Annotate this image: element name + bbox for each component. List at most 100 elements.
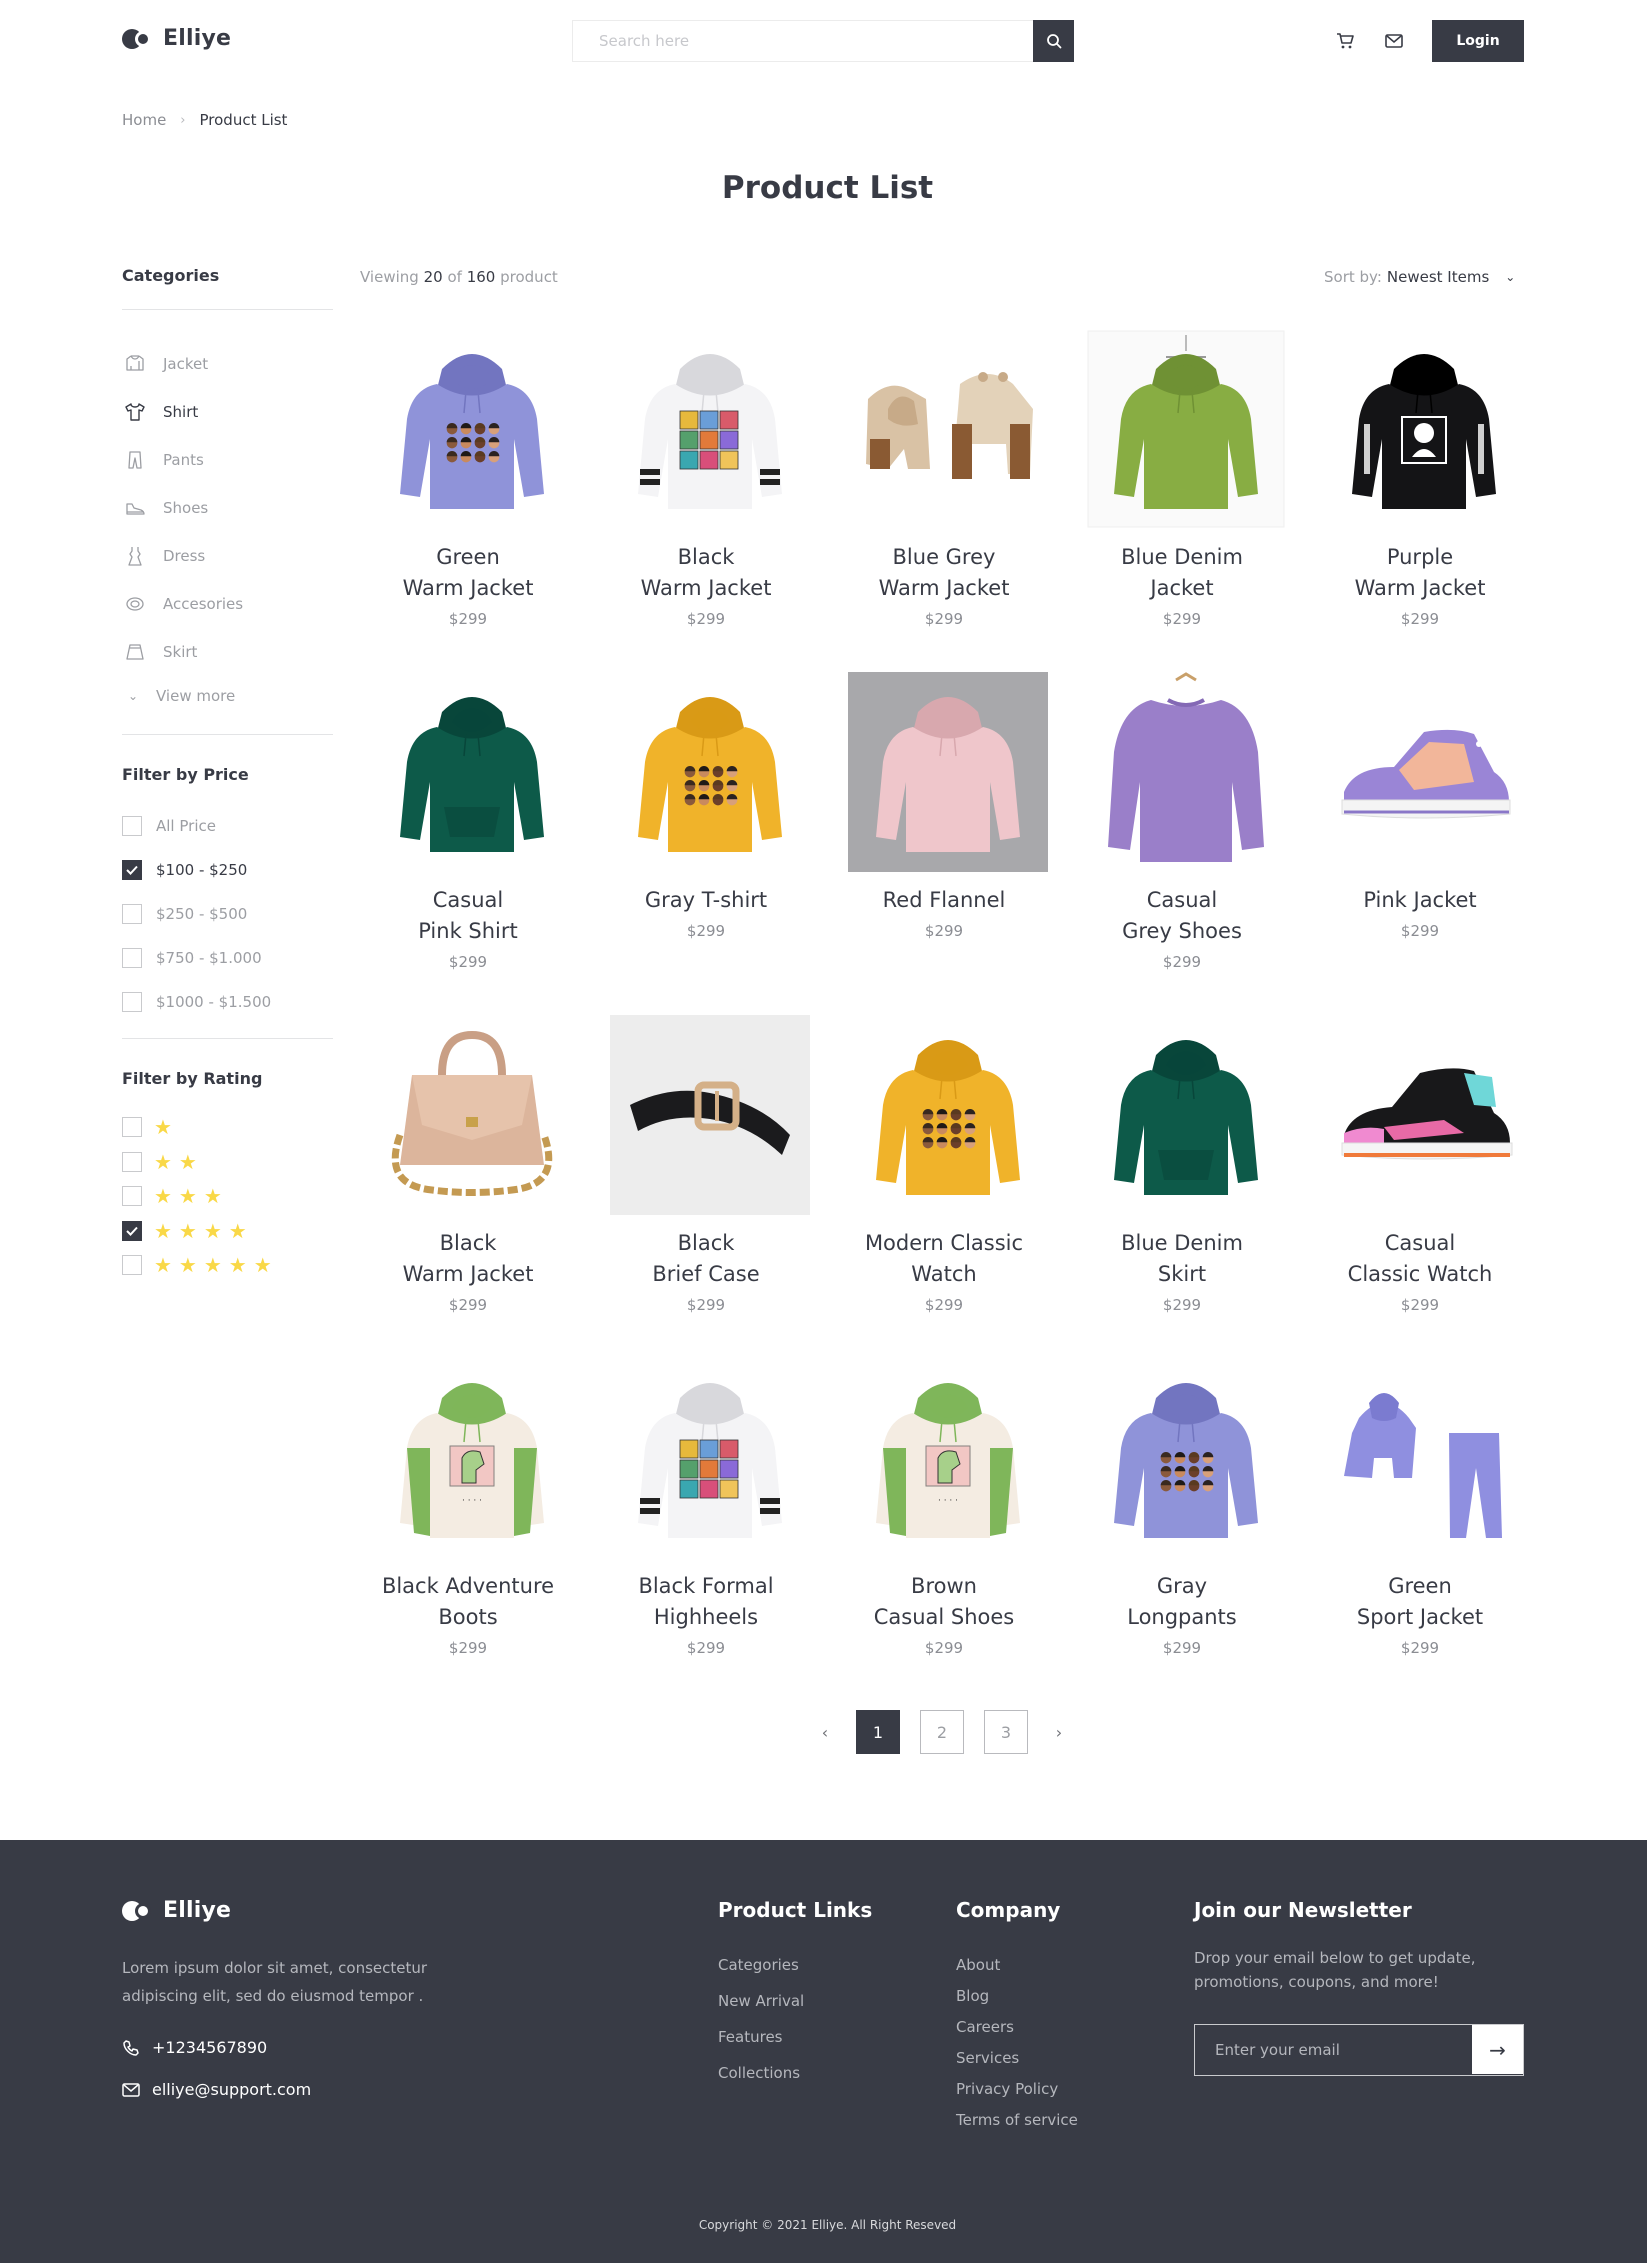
category-item-dress[interactable]: Dress (122, 532, 333, 580)
product-name[interactable]: Gray Longpants (1071, 1571, 1293, 1633)
product-name[interactable]: Green Warm Jacket (357, 542, 579, 604)
product-card[interactable]: Black Brief Case $299 (595, 1006, 817, 1349)
product-card[interactable]: Blue Grey Warm Jacket $299 (833, 320, 1055, 663)
product-name[interactable]: Black Formal Highheels (595, 1571, 817, 1633)
checkbox[interactable] (122, 1151, 142, 1172)
product-image[interactable] (1081, 1353, 1291, 1563)
product-card[interactable]: Casual Classic Watch $299 (1309, 1006, 1531, 1349)
product-card[interactable]: Modern Classic Watch $299 (833, 1006, 1055, 1349)
product-card[interactable]: · · · · Brown Casual Shoes $299 (833, 1349, 1055, 1692)
footer-logo[interactable]: Elliye (122, 1898, 231, 1923)
product-name[interactable]: Modern Classic Watch (833, 1228, 1055, 1290)
category-item-shirt[interactable]: Shirt (122, 388, 333, 436)
product-name[interactable]: Green Sport Jacket (1309, 1571, 1531, 1633)
product-card[interactable]: Blue Denim Skirt $299 (1071, 1006, 1293, 1349)
product-name[interactable]: Brown Casual Shoes (833, 1571, 1055, 1633)
product-image[interactable] (1319, 667, 1529, 877)
footer-link[interactable]: About (956, 1956, 1078, 1974)
price-filter-option[interactable]: $250 - $500 (122, 892, 333, 936)
product-image[interactable] (605, 667, 815, 877)
checkbox[interactable] (122, 1255, 142, 1276)
page-button[interactable]: 2 (920, 1710, 964, 1754)
product-name[interactable]: Blue Denim Jacket (1071, 542, 1293, 604)
brand-logo[interactable]: Elliye (122, 26, 231, 51)
mail-button[interactable] (1383, 30, 1405, 52)
product-card[interactable]: · · · · Black Adventure Boots $299 (357, 1349, 579, 1692)
product-card[interactable]: Green Warm Jacket $299 (357, 320, 579, 663)
product-image[interactable] (605, 1010, 815, 1220)
category-item-accesories[interactable]: Accesories (122, 580, 333, 628)
footer-link[interactable]: Terms of service (956, 2111, 1078, 2129)
product-image[interactable] (605, 324, 815, 534)
product-name[interactable]: Black Brief Case (595, 1228, 817, 1290)
product-card[interactable]: Black Warm Jacket $299 (357, 1006, 579, 1349)
footer-link[interactable]: Careers (956, 2018, 1078, 2036)
newsletter-email-input[interactable] (1195, 2025, 1472, 2075)
price-filter-option[interactable]: $750 - $1.000 (122, 936, 333, 980)
product-name[interactable]: Casual Grey Shoes (1071, 885, 1293, 947)
product-image[interactable]: · · · · (843, 1353, 1053, 1563)
product-name[interactable]: Black Warm Jacket (595, 542, 817, 604)
product-image[interactable] (367, 667, 577, 877)
product-image[interactable] (367, 324, 577, 534)
footer-link[interactable]: New Arrival (718, 1992, 804, 2010)
product-name[interactable]: Blue Denim Skirt (1071, 1228, 1293, 1290)
product-image[interactable] (1081, 324, 1291, 534)
category-item-shoes[interactable]: Shoes (122, 484, 333, 532)
checkbox[interactable] (122, 1186, 142, 1207)
checkbox[interactable] (122, 1220, 142, 1241)
product-card[interactable]: Gray Longpants $299 (1071, 1349, 1293, 1692)
product-card[interactable]: Pink Jacket $299 (1309, 663, 1531, 1006)
product-image[interactable] (1081, 1010, 1291, 1220)
checkbox[interactable] (122, 992, 142, 1012)
next-page-icon[interactable]: › (1048, 1710, 1070, 1754)
category-item-skirt[interactable]: Skirt (122, 628, 333, 676)
footer-link[interactable]: Services (956, 2049, 1078, 2067)
product-card[interactable]: Green Sport Jacket $299 (1309, 1349, 1531, 1692)
checkbox[interactable] (122, 948, 142, 968)
footer-link[interactable]: Collections (718, 2064, 804, 2082)
product-image[interactable] (1319, 1010, 1529, 1220)
page-button[interactable]: 3 (984, 1710, 1028, 1754)
checkbox[interactable] (122, 1117, 142, 1138)
product-card[interactable]: Blue Denim Jacket $299 (1071, 320, 1293, 663)
product-image[interactable] (843, 324, 1053, 534)
product-image[interactable] (605, 1353, 815, 1563)
checkbox[interactable] (122, 816, 142, 836)
product-name[interactable]: Pink Jacket (1309, 885, 1531, 916)
breadcrumb-home[interactable]: Home (122, 111, 166, 129)
rating-filter-option[interactable]: ★★★ (122, 1179, 333, 1214)
product-image[interactable]: · · · · (367, 1353, 577, 1563)
product-name[interactable]: Red Flannel (833, 885, 1055, 916)
product-image[interactable] (1081, 667, 1291, 877)
footer-link[interactable]: Features (718, 2028, 804, 2046)
price-filter-option[interactable]: $100 - $250 (122, 848, 333, 892)
price-filter-option[interactable]: All Price (122, 804, 333, 848)
product-image[interactable] (367, 1010, 577, 1220)
product-card[interactable]: Black Formal Highheels $299 (595, 1349, 817, 1692)
category-item-pants[interactable]: Pants (122, 436, 333, 484)
page-button[interactable]: 1 (856, 1710, 900, 1754)
category-item-jacket[interactable]: Jacket (122, 340, 333, 388)
product-name[interactable]: Black Warm Jacket (357, 1228, 579, 1290)
footer-link[interactable]: Categories (718, 1956, 804, 1974)
product-card[interactable]: Black Warm Jacket $299 (595, 320, 817, 663)
product-image[interactable] (843, 667, 1053, 877)
rating-filter-option[interactable]: ★★ (122, 1145, 333, 1180)
product-name[interactable]: Blue Grey Warm Jacket (833, 542, 1055, 604)
footer-email[interactable]: elliye@support.com (122, 2080, 311, 2099)
checkbox[interactable] (122, 860, 142, 880)
view-more-button[interactable]: ⌄ View more (122, 676, 333, 716)
product-card[interactable]: Casual Grey Shoes $299 (1071, 663, 1293, 1006)
product-name[interactable]: Purple Warm Jacket (1309, 542, 1531, 604)
product-name[interactable]: Casual Classic Watch (1309, 1228, 1531, 1290)
product-image[interactable] (843, 1010, 1053, 1220)
sort-dropdown[interactable]: Sort by: Newest Items ⌄ (1324, 268, 1515, 286)
rating-filter-option[interactable]: ★ (122, 1110, 333, 1145)
footer-link[interactable]: Blog (956, 1987, 1078, 2005)
product-card[interactable]: Gray T-shirt $299 (595, 663, 817, 1006)
product-card[interactable]: Purple Warm Jacket $299 (1309, 320, 1531, 663)
newsletter-submit-button[interactable]: → (1472, 2025, 1523, 2074)
checkbox[interactable] (122, 904, 142, 924)
product-image[interactable] (1319, 324, 1529, 534)
